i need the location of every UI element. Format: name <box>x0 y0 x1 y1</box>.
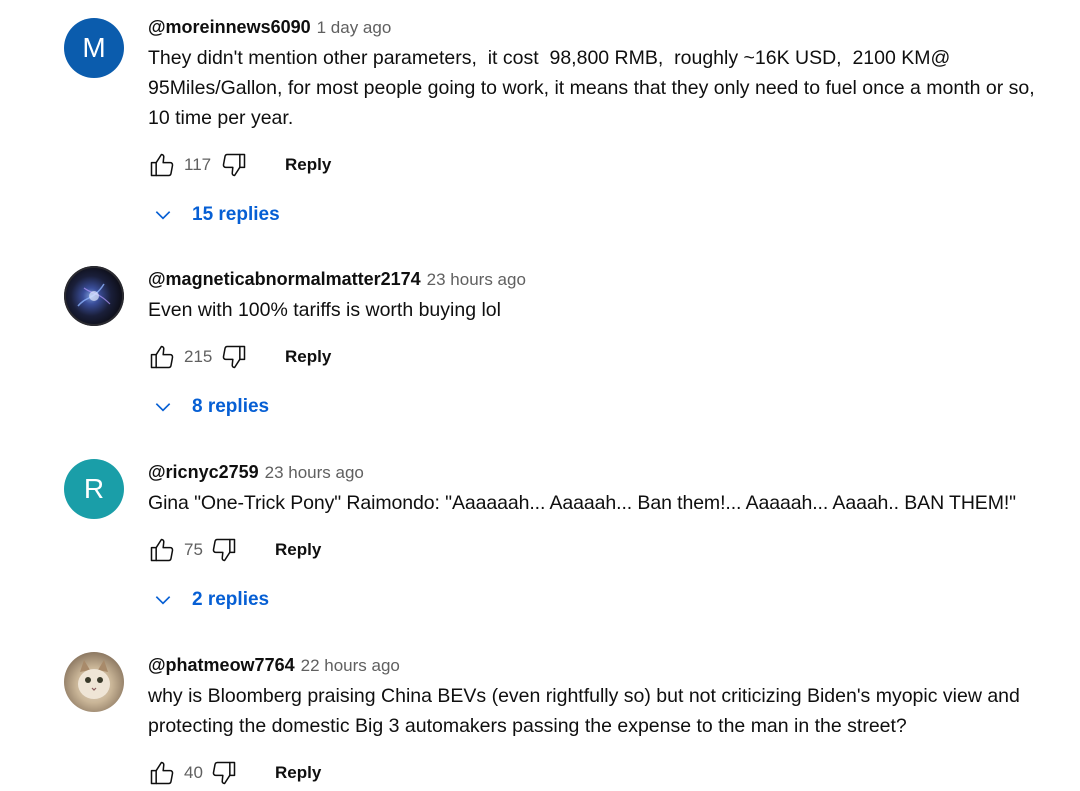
view-replies-button[interactable]: 8 replies <box>152 387 1060 427</box>
comment-actions: 215 Reply <box>148 339 1060 375</box>
comment-text: Gina "One-Trick Pony" Raimondo: "Aaaaaah… <box>148 492 1017 514</box>
comment-text: They didn't mention other parameters, it… <box>148 47 1041 129</box>
comment-time[interactable]: 23 hours ago <box>265 463 364 482</box>
comment-body: @magneticabnormalmatter2174 23 hours ago … <box>148 266 1060 427</box>
thumbs-up-icon <box>150 538 174 562</box>
like-count: 40 <box>184 763 203 782</box>
comment-author[interactable]: @magneticabnormalmatter2174 <box>148 269 421 289</box>
reply-button[interactable]: Reply <box>285 347 331 367</box>
comment-actions: 40 Reply <box>148 755 1060 791</box>
dislike-button[interactable] <box>219 150 249 180</box>
comment-header: @ricnyc2759 23 hours ago <box>148 459 1060 485</box>
comment-text: Even with 100% tariffs is worth buying l… <box>148 299 501 321</box>
avatar[interactable] <box>64 266 124 326</box>
dislike-button[interactable] <box>219 342 249 372</box>
avatar[interactable]: M <box>64 18 124 78</box>
view-replies-button[interactable]: 15 replies <box>152 195 1060 235</box>
chevron-down-icon <box>152 204 174 226</box>
thumbs-up-icon <box>150 153 174 177</box>
like-button[interactable] <box>148 758 178 788</box>
comment-author[interactable]: @ricnyc2759 <box>148 462 259 482</box>
comment-time[interactable]: 1 day ago <box>317 18 392 37</box>
cat-photo-avatar-image <box>78 660 110 699</box>
comment-body: @ricnyc2759 23 hours ago Gina "One-Trick … <box>148 459 1060 620</box>
thumbs-up-icon <box>150 761 174 785</box>
replies-count-label[interactable]: 15 replies <box>192 204 280 226</box>
chevron-down-icon <box>152 589 174 611</box>
comment-actions: 117 Reply <box>148 147 1060 183</box>
like-button[interactable] <box>148 535 178 565</box>
like-count: 117 <box>184 155 212 174</box>
like-button[interactable] <box>148 150 178 180</box>
dislike-button[interactable] <box>209 758 239 788</box>
like-button[interactable] <box>148 342 178 372</box>
reply-button[interactable]: Reply <box>275 763 321 783</box>
like-count: 75 <box>184 540 203 559</box>
comment-header: @phatmeow7764 22 hours ago <box>148 652 1060 678</box>
thumbs-down-icon <box>212 761 236 785</box>
thumbs-down-icon <box>222 345 246 369</box>
chevron-down-icon <box>152 396 174 418</box>
avatar-initial: R <box>83 473 105 504</box>
comment-author[interactable]: @moreinnews6090 <box>148 17 311 37</box>
comment-time[interactable]: 22 hours ago <box>301 656 400 675</box>
comment-body: @moreinnews6090 1 day ago They didn't men… <box>148 14 1060 235</box>
comment-author[interactable]: @phatmeow7764 <box>148 655 295 675</box>
comment-time[interactable]: 23 hours ago <box>427 270 526 289</box>
comment-header: @magneticabnormalmatter2174 23 hours ago <box>148 266 1060 292</box>
replies-count-label[interactable]: 2 replies <box>192 589 269 611</box>
comment-text: why is Bloomberg praising China BEVs (ev… <box>148 685 1026 737</box>
avatar[interactable] <box>64 652 124 712</box>
comment-header: @moreinnews6090 1 day ago <box>148 14 1060 40</box>
replies-count-label[interactable]: 8 replies <box>192 396 269 418</box>
thumbs-down-icon <box>222 153 246 177</box>
thumbs-down-icon <box>212 538 236 562</box>
reply-button[interactable]: Reply <box>285 155 331 175</box>
reply-button[interactable]: Reply <box>275 540 321 560</box>
avatar[interactable]: R <box>64 459 124 519</box>
like-count: 215 <box>184 347 213 366</box>
nebula-avatar-image <box>64 266 124 326</box>
dislike-button[interactable] <box>209 535 239 565</box>
comment-body: @phatmeow7764 22 hours ago why is Bloombe… <box>148 652 1060 791</box>
avatar-initial: M <box>82 32 106 63</box>
comment-actions: 75 Reply <box>148 532 1060 568</box>
thumbs-up-icon <box>150 345 174 369</box>
view-replies-button[interactable]: 2 replies <box>152 580 1060 620</box>
